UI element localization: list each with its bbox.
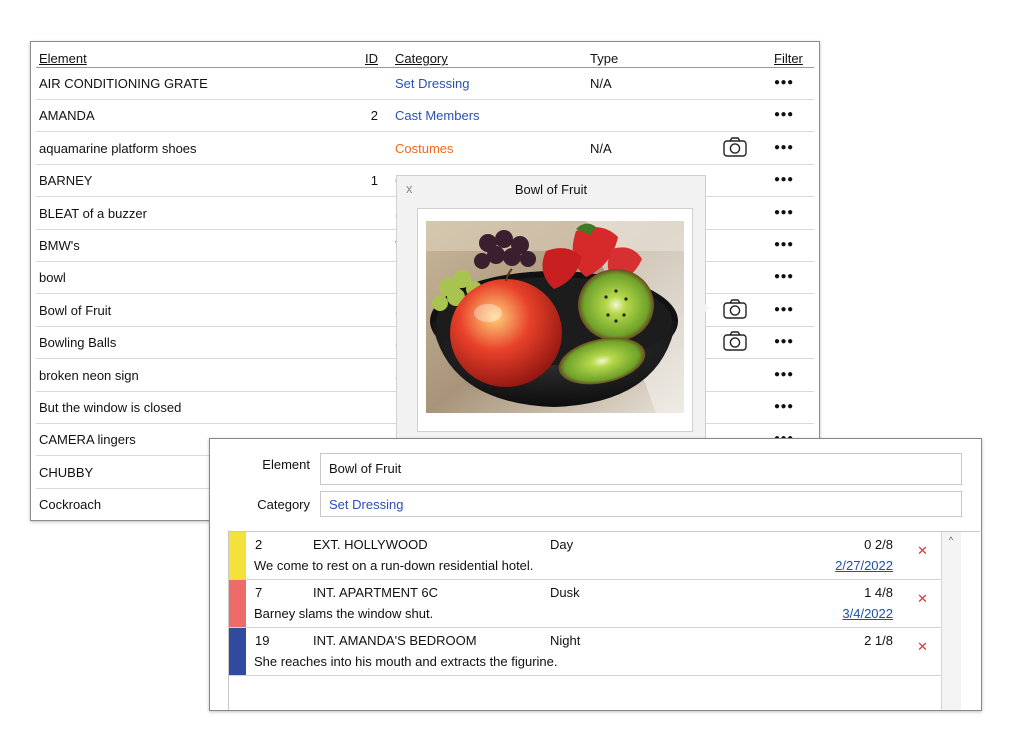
element-id: 1	[370, 173, 378, 189]
element-name: AMANDA	[39, 108, 95, 124]
scene-number: 2	[255, 537, 263, 552]
scene-time: Night	[550, 633, 581, 648]
element-name: aquamarine platform shoes	[39, 140, 197, 156]
image-preview-popover: x Bowl of Fruit	[396, 175, 709, 450]
table-row[interactable]: AIR CONDITIONING GRATE Set Dressing N/A ●●●	[36, 68, 814, 100]
scene-pages: 2 1/8	[864, 633, 893, 648]
element-field[interactable]: Bowl of Fruit	[320, 453, 962, 485]
category-label: Category	[257, 497, 310, 512]
scene-set: INT. APARTMENT 6C	[313, 585, 438, 600]
scene-number: 7	[255, 585, 263, 600]
element-name: CHUBBY	[39, 464, 94, 480]
element-name: Cockroach	[39, 497, 102, 513]
delete-icon[interactable]: ✕	[917, 639, 928, 655]
column-header-type: Type	[590, 51, 619, 66]
more-options-icon[interactable]: ●●●	[774, 401, 794, 412]
scene-time: Day	[550, 537, 574, 552]
more-options-icon[interactable]: ●●●	[774, 109, 794, 120]
element-name: broken neon sign	[39, 367, 139, 383]
element-name: CAMERA lingers	[39, 432, 136, 448]
element-type: N/A	[590, 76, 612, 91]
scene-number: 19	[255, 633, 270, 648]
table-row[interactable]: AMANDA 2 Cast Members ●●●	[36, 100, 814, 133]
scene-row[interactable]: 19 INT. AMANDA'S BEDROOM Night 2 1/8 She rea…	[229, 628, 941, 676]
scene-description: She reaches into his mouth and extracts …	[254, 654, 558, 669]
popover-title: Bowl of Fruit	[514, 182, 588, 197]
scene-time: Dusk	[550, 585, 580, 600]
camera-icon[interactable]	[723, 137, 747, 160]
scene-pages: 1 4/8	[864, 585, 893, 600]
scene-color-strip	[229, 532, 246, 579]
column-header-filter[interactable]: Filter	[774, 51, 803, 66]
element-name: bowl	[39, 270, 66, 286]
element-type: N/A	[590, 140, 612, 156]
column-header-category[interactable]: Category	[395, 51, 448, 66]
element-name: BMW's	[39, 238, 80, 253]
more-options-icon[interactable]: ●●●	[774, 77, 794, 88]
scene-row[interactable]: 2 EXT. HOLLYWOOD Day 0 2/8 We come to rest o…	[229, 532, 941, 580]
scene-row[interactable]: 7 INT. APARTMENT 6C Dusk 1 4/8 Barney slams …	[229, 580, 941, 628]
fruit-bowl-photo	[426, 221, 684, 413]
scene-set: INT. AMANDA'S BEDROOM	[313, 633, 477, 648]
element-name: Bowling Balls	[39, 335, 117, 351]
camera-icon[interactable]	[723, 299, 747, 322]
element-label: Element	[262, 457, 310, 472]
element-id: 2	[370, 108, 378, 124]
more-options-icon[interactable]: ●●●	[774, 304, 794, 315]
more-options-icon[interactable]: ●●●	[774, 271, 794, 282]
popover-pointer	[700, 299, 709, 317]
more-options-icon[interactable]: ●●●	[774, 369, 794, 380]
element-name: But the window is closed	[39, 400, 182, 415]
element-category: Cast Members	[395, 108, 480, 124]
scene-color-strip	[229, 628, 246, 675]
scene-set: EXT. HOLLYWOOD	[313, 537, 428, 552]
category-field[interactable]: Set Dressing	[320, 491, 962, 517]
list-header: Element ID Category Type Filter	[36, 50, 814, 68]
scene-color-strip	[229, 580, 246, 627]
scene-date-link[interactable]: 2/27/2022	[819, 558, 893, 573]
more-options-icon[interactable]: ●●●	[774, 336, 794, 347]
scene-pages: 0 2/8	[864, 537, 893, 552]
scene-description: We come to rest on a run-down residentia…	[254, 558, 534, 573]
element-name: BLEAT of a buzzer	[39, 205, 147, 221]
more-options-icon[interactable]: ●●●	[774, 174, 794, 185]
more-options-icon[interactable]: ●●●	[774, 207, 794, 218]
element-name: BARNEY	[39, 173, 93, 189]
column-header-element[interactable]: Element	[39, 51, 87, 66]
element-category: Set Dressing	[395, 76, 470, 91]
element-name: Bowl of Fruit	[39, 302, 112, 318]
element-category: Costumes	[395, 140, 454, 156]
table-row[interactable]: aquamarine platform shoes Costumes N/A ●●●	[36, 133, 814, 165]
scene-description: Barney slams the window shut.	[254, 606, 434, 621]
scene-date-link[interactable]: 3/4/2022	[819, 606, 893, 621]
image-frame	[417, 208, 693, 432]
column-header-id[interactable]: ID	[350, 51, 378, 66]
element-name: AIR CONDITIONING GRATE	[39, 76, 208, 91]
more-options-icon[interactable]: ●●●	[774, 142, 794, 153]
vertical-scrollbar[interactable]: ^	[941, 532, 961, 710]
scene-list: 19 INT. AMANDA'S BEDROOM Night 2 1/8 She rea…	[228, 531, 980, 710]
more-options-icon[interactable]: ●●●	[774, 239, 794, 250]
camera-icon[interactable]	[723, 331, 747, 354]
scroll-up-arrow-icon[interactable]: ^	[943, 533, 959, 547]
delete-icon[interactable]: ✕	[917, 591, 928, 607]
delete-icon[interactable]: ✕	[917, 543, 928, 559]
element-detail-panel: Element Bowl of Fruit Category Set Dress…	[209, 438, 982, 711]
